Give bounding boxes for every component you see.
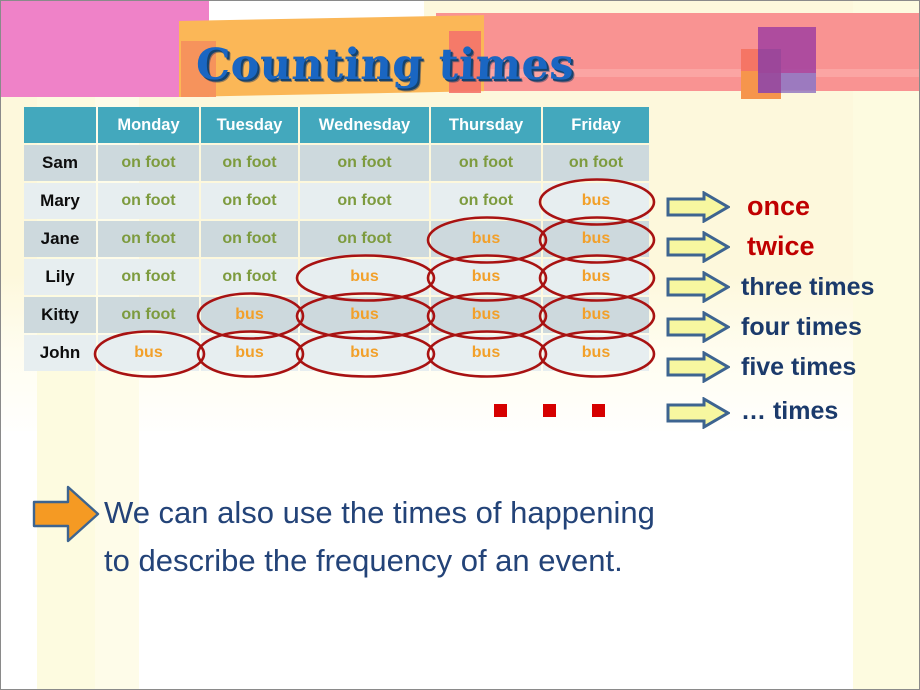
decor-pink-rect (1, 1, 209, 97)
cell-sam-wednesday: on foot (300, 145, 429, 181)
table-row: Jane on foot on foot on foot bus bus (24, 221, 649, 257)
cell-kitty-thursday: bus (431, 297, 541, 333)
cell-jane-wednesday: on foot (300, 221, 429, 257)
frequency-label-1: once (747, 191, 811, 221)
callout-text: We can also use the times of happening t… (104, 489, 894, 585)
frequency-label-3: three times (741, 273, 875, 301)
frequency-label-2: twice (747, 231, 815, 261)
ellipsis-dot (494, 404, 507, 417)
right-arrow-icon-1 (666, 191, 730, 223)
table-body: Sam on foot on foot on foot on foot on foot Ma… (24, 145, 649, 371)
ellipsis-dot (543, 404, 556, 417)
table-corner-cell (24, 107, 96, 143)
right-arrow-icon-2 (666, 231, 730, 263)
cell-john-tuesday: bus (201, 335, 298, 371)
column-header-thursday: Thursday (431, 107, 541, 143)
callout-line-1: We can also use the times of happening (104, 495, 655, 530)
cell-mary-wednesday: on foot (300, 183, 429, 219)
background-white-left (1, 431, 39, 689)
orange-arrow-icon (32, 484, 100, 544)
table-row: John bus bus bus bus bus (24, 335, 649, 371)
background-band-right (853, 1, 919, 689)
cell-lily-friday: bus (543, 259, 649, 295)
page-title: Counting times (195, 40, 576, 90)
row-label-mary: Mary (24, 183, 96, 219)
cell-kitty-monday: on foot (98, 297, 199, 333)
cell-lily-thursday: bus (431, 259, 541, 295)
cell-kitty-wednesday: bus (300, 297, 429, 333)
ellipsis-dot (592, 404, 605, 417)
cell-jane-thursday: bus (431, 221, 541, 257)
cell-mary-thursday: on foot (431, 183, 541, 219)
right-arrow-icon-4 (666, 311, 730, 343)
cell-mary-tuesday: on foot (201, 183, 298, 219)
schedule-table: Monday Tuesday Wednesday Thursday Friday… (22, 105, 651, 373)
table-row: Kitty on foot bus bus bus bus (24, 297, 649, 333)
cell-john-thursday: bus (431, 335, 541, 371)
cell-john-wednesday: bus (300, 335, 429, 371)
table-row: Lily on foot on foot bus bus bus (24, 259, 649, 295)
row-label-lily: Lily (24, 259, 96, 295)
right-arrow-icon-6 (666, 397, 730, 429)
row-label-sam: Sam (24, 145, 96, 181)
cell-sam-friday: on foot (543, 145, 649, 181)
right-arrow-icon-3 (666, 271, 730, 303)
right-arrow-icon-5 (666, 351, 730, 383)
table-header-row: Monday Tuesday Wednesday Thursday Friday (24, 107, 649, 143)
column-header-monday: Monday (98, 107, 199, 143)
cell-john-friday: bus (543, 335, 649, 371)
row-label-jane: Jane (24, 221, 96, 257)
cell-kitty-friday: bus (543, 297, 649, 333)
cell-john-monday: bus (98, 335, 199, 371)
cell-jane-monday: on foot (98, 221, 199, 257)
slide-canvas: Counting times Monday Tuesday Wednesday … (0, 0, 920, 690)
cell-sam-monday: on foot (98, 145, 199, 181)
cell-mary-friday: bus (543, 183, 649, 219)
cell-sam-thursday: on foot (431, 145, 541, 181)
cell-sam-tuesday: on foot (201, 145, 298, 181)
decor-purple-overlap (758, 49, 781, 93)
cell-kitty-tuesday: bus (201, 297, 298, 333)
callout-line-2: to describe the frequency of an event. (104, 543, 623, 578)
cell-jane-tuesday: on foot (201, 221, 298, 257)
frequency-label-6: … times (741, 397, 839, 425)
frequency-label-5: five times (741, 353, 857, 381)
cell-lily-tuesday: on foot (201, 259, 298, 295)
cell-lily-monday: on foot (98, 259, 199, 295)
cell-jane-friday: bus (543, 221, 649, 257)
column-header-friday: Friday (543, 107, 649, 143)
row-label-kitty: Kitty (24, 297, 96, 333)
column-header-tuesday: Tuesday (201, 107, 298, 143)
table-row: Mary on foot on foot on foot on foot bus (24, 183, 649, 219)
cell-lily-wednesday: bus (300, 259, 429, 295)
table-row: Sam on foot on foot on foot on foot on foot (24, 145, 649, 181)
frequency-label-4: four times (741, 313, 862, 341)
row-label-john: John (24, 335, 96, 371)
cell-mary-monday: on foot (98, 183, 199, 219)
column-header-wednesday: Wednesday (300, 107, 429, 143)
